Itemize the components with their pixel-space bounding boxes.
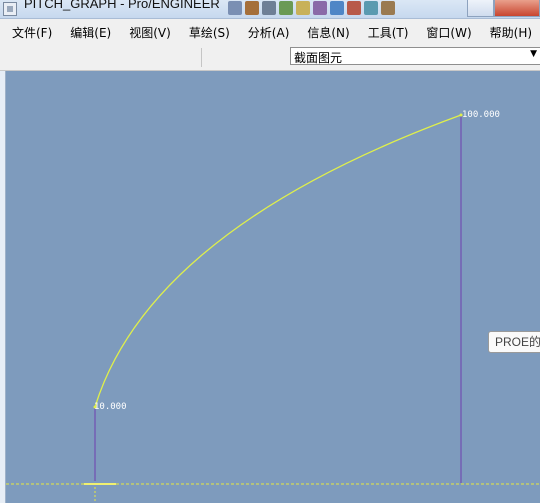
- selection-filter-value: 截面图元: [294, 51, 343, 65]
- title-bar: PITCH_GRAPH - Pro/ENGINEER: [0, 0, 540, 19]
- tool-icon[interactable]: [245, 1, 259, 15]
- menu-tools[interactable]: 工具(T): [356, 24, 415, 41]
- chevron-down-icon: ▼: [530, 49, 537, 59]
- window-title: PITCH_GRAPH - Pro/ENGINEER: [24, 0, 220, 11]
- start-value-label: 10.000: [94, 402, 127, 412]
- menu-file[interactable]: 文件(F): [0, 24, 58, 41]
- tool-icon[interactable]: [296, 1, 310, 15]
- menu-bar: 文件(F) 编辑(E) 视图(V) 草绘(S) 分析(A) 信息(N) 工具(T…: [0, 19, 540, 45]
- menu-view[interactable]: 视图(V): [117, 24, 177, 41]
- tool-icon[interactable]: [262, 1, 276, 15]
- tooltip: PROE的: [488, 331, 540, 353]
- tool-icon[interactable]: [279, 1, 293, 15]
- close-button[interactable]: [494, 0, 540, 17]
- quick-access-icons: [228, 1, 395, 17]
- window-controls: [467, 0, 540, 17]
- menu-window[interactable]: 窗口(W): [414, 24, 477, 41]
- menu-analysis[interactable]: 分析(A): [236, 24, 296, 41]
- toolbar-separator: [201, 48, 202, 67]
- menu-info[interactable]: 信息(N): [295, 24, 355, 41]
- tool-icon[interactable]: [330, 1, 344, 15]
- menu-sketch[interactable]: 草绘(S): [177, 24, 236, 41]
- tool-icon[interactable]: [313, 1, 327, 15]
- menu-edit[interactable]: 编辑(E): [58, 24, 117, 41]
- pitch-curve[interactable]: [94, 114, 462, 408]
- tool-icon[interactable]: [228, 1, 242, 15]
- tool-icon[interactable]: [381, 1, 395, 15]
- graphics-canvas[interactable]: 10.000 100.000: [6, 71, 540, 503]
- menu-help[interactable]: 帮助(H): [478, 24, 538, 41]
- minimize-button[interactable]: [467, 0, 494, 17]
- app-icon[interactable]: [3, 2, 17, 16]
- tool-icon[interactable]: [364, 1, 378, 15]
- end-value-label: 100.000: [462, 110, 500, 120]
- selection-filter-dropdown[interactable]: 截面图元 ▼: [290, 47, 540, 65]
- tool-icon[interactable]: [347, 1, 361, 15]
